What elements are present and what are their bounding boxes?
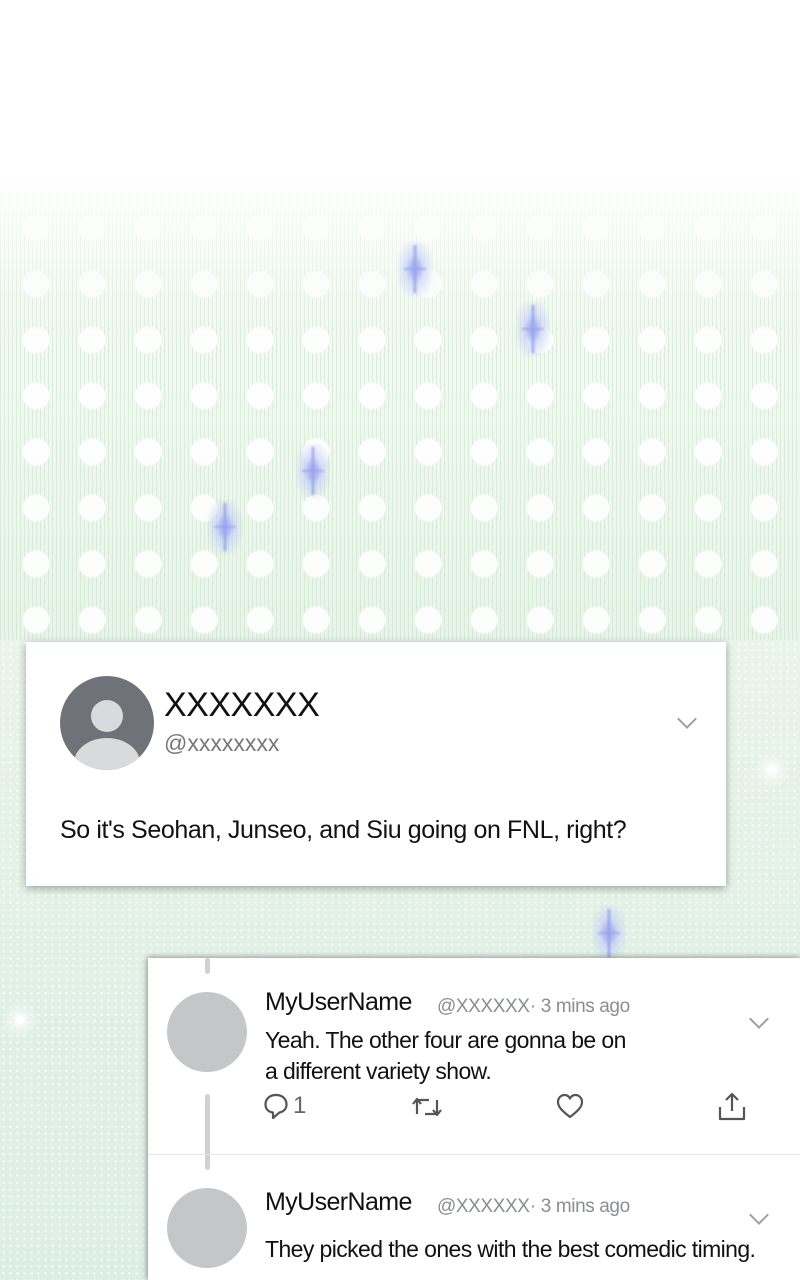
reply-timestamp: · 3 mins ago xyxy=(530,996,630,1017)
retweet-button[interactable] xyxy=(410,1094,444,1120)
reply-username[interactable]: MyUserName xyxy=(265,988,412,1017)
retweet-icon xyxy=(410,1094,444,1120)
avatar[interactable] xyxy=(167,992,247,1072)
reply-count: 1 xyxy=(293,1092,307,1119)
tweet-card: XXXXXXX @xxxxxxxx So it's Seohan, Junseo… xyxy=(26,642,726,886)
reply-username[interactable]: MyUserName xyxy=(265,1188,412,1217)
tweet-display-name[interactable]: XXXXXXX xyxy=(164,686,320,725)
share-icon xyxy=(717,1090,747,1122)
chevron-down-icon[interactable] xyxy=(749,1205,769,1225)
reply-handle[interactable]: @XXXXXX xyxy=(437,996,530,1018)
reply-button[interactable]: 1 xyxy=(263,1092,306,1120)
reply-timestamp: · 3 mins ago xyxy=(530,1196,630,1217)
chevron-down-icon[interactable] xyxy=(749,1009,769,1029)
star-icon xyxy=(752,750,792,790)
avatar[interactable] xyxy=(60,676,154,770)
share-button[interactable] xyxy=(717,1090,747,1122)
reply-text-line: a different variety show. xyxy=(265,1058,492,1084)
sparkle-icon xyxy=(208,500,242,554)
reply-handle[interactable]: @XXXXXX xyxy=(437,1196,530,1218)
avatar[interactable] xyxy=(167,1188,247,1268)
heart-icon xyxy=(555,1092,585,1120)
default-profile-icon xyxy=(91,700,123,732)
sparkle-icon xyxy=(296,444,330,498)
tweet-text: So it's Seohan, Junseo, and Siu going on… xyxy=(60,816,627,844)
default-profile-icon-body xyxy=(74,738,140,770)
sparkle-icon xyxy=(398,242,432,296)
like-button[interactable] xyxy=(555,1092,585,1120)
reply-text-line: Yeah. The other four are gonna be on xyxy=(265,1027,626,1053)
replies-panel: MyUserName @XXXXXX · 3 mins ago Yeah. Th… xyxy=(148,958,800,1280)
sparkle-icon xyxy=(516,302,550,356)
star-icon xyxy=(0,1000,40,1040)
reply-item: MyUserName @XXXXXX · 3 mins ago They pic… xyxy=(148,1154,800,1280)
reply-text-line: They picked the ones with the best comed… xyxy=(265,1236,756,1262)
reply-item: MyUserName @XXXXXX · 3 mins ago Yeah. Th… xyxy=(148,958,800,1170)
reply-icon xyxy=(263,1092,289,1120)
sparkle-icon xyxy=(592,906,626,960)
tweet-handle[interactable]: @xxxxxxxx xyxy=(164,730,279,757)
chevron-down-icon[interactable] xyxy=(677,709,697,729)
